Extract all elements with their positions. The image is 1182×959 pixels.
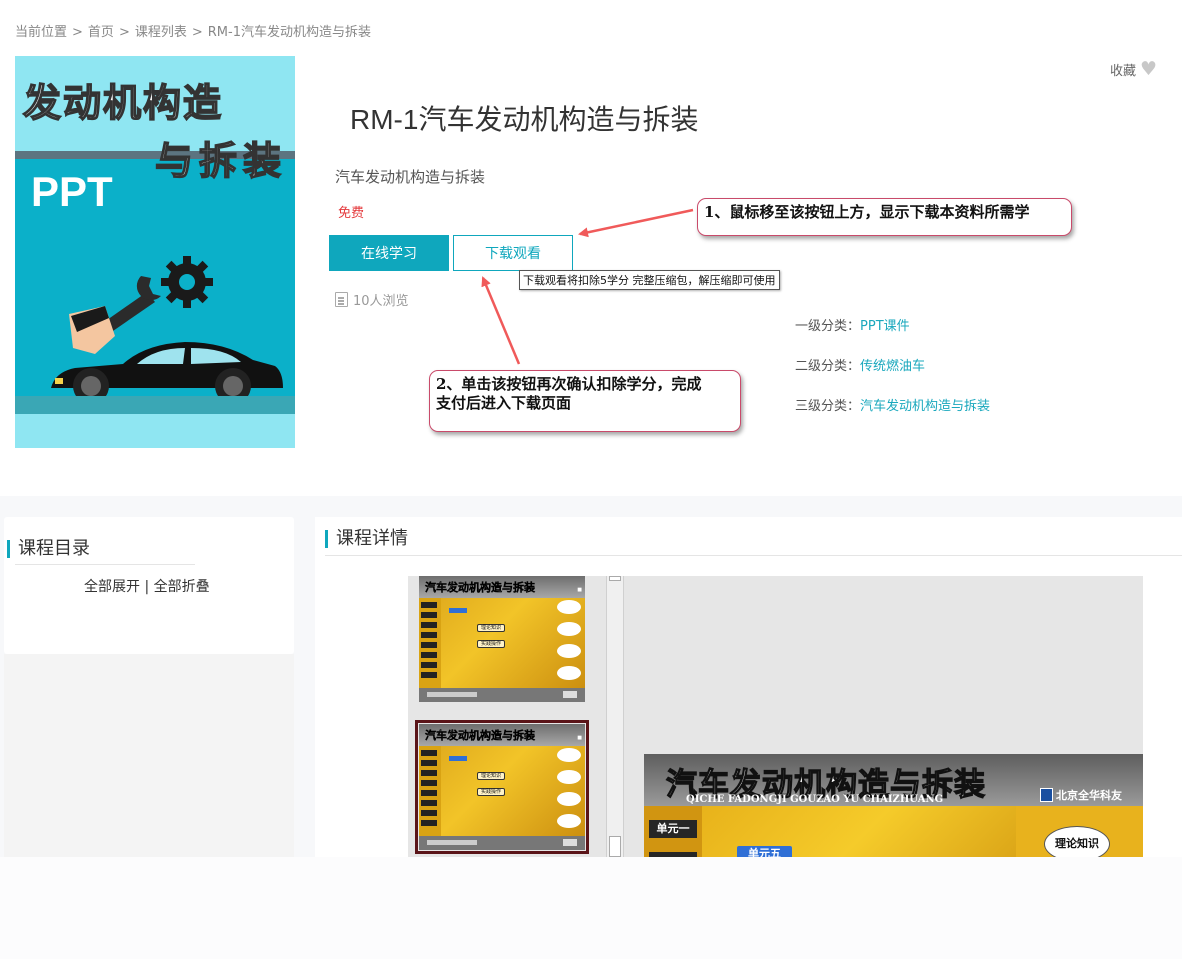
breadcrumb-home-link[interactable]: 首页	[88, 25, 114, 40]
slide-theory-bubble: 理论知识	[1044, 826, 1110, 857]
category-level-3: 三级分类：汽车发动机构造与拆装	[795, 395, 990, 414]
breadcrumb: 当前位置 > 首页 > 课程列表 > RM-1汽车发动机构造与拆装	[15, 25, 371, 40]
breadcrumb-course-list-link[interactable]: 课程列表	[135, 25, 187, 40]
slide-thumbnail-selected[interactable]: 汽车发动机构造与拆装 ■ 理论知识 实践操作	[415, 720, 589, 854]
slide-unit5-chip: 单元五	[737, 846, 792, 857]
course-cover-image: 发动机构造 与拆装 PPT	[15, 56, 295, 448]
ppt-preview-viewer[interactable]: 汽车发动机构造与拆装 ■ 理论知识 实践操作 汽车发动机构造与拆装 ■ 理论知识…	[408, 576, 1143, 857]
toc-heading: 课程目录	[7, 540, 90, 558]
course-toc-panel-footer	[4, 654, 294, 857]
learn-online-button[interactable]: 在线学习	[329, 235, 449, 271]
thumbnail-scrollbar[interactable]	[606, 576, 624, 857]
breadcrumb-current: RM-1汽车发动机构造与拆装	[207, 25, 371, 40]
category-link[interactable]: 传统燃油车	[860, 359, 925, 374]
toc-divider	[15, 564, 195, 565]
category-level-2: 二级分类：传统燃油车	[795, 355, 925, 374]
category-label: 三级分类：	[795, 399, 861, 414]
favorite-button[interactable]: 收藏 ♥	[1110, 60, 1157, 80]
category-link[interactable]: 汽车发动机构造与拆装	[860, 399, 990, 414]
collapse-all-link[interactable]: 全部折叠	[154, 579, 210, 595]
annotation-callout-2: 2、单击该按钮再次确认扣除学分，完成 支付后进入下载页面	[429, 370, 741, 432]
cover-title-line1: 发动机构造	[22, 80, 224, 126]
slide-unit-button: 单元一	[649, 820, 697, 838]
slide-thumbnail-list[interactable]: 汽车发动机构造与拆装 ■ 理论知识 实践操作 汽车发动机构造与拆装 ■ 理论知识…	[408, 576, 606, 857]
annotation-callout-1: 1、鼠标移至该按钮上方，显示下载本资料所需学	[697, 198, 1072, 236]
detail-heading: 课程详情	[325, 530, 408, 548]
annotation-callout-2-line2: 支付后进入下载页面	[436, 394, 572, 412]
publisher-logo-icon	[1040, 788, 1053, 802]
category-link[interactable]: PPT课件	[860, 319, 910, 334]
slide-logo: 北京全华科友	[1040, 787, 1122, 803]
detail-divider	[325, 555, 1182, 556]
toc-actions: 全部展开 | 全部折叠	[84, 579, 210, 595]
annotation-callout-1-text: 1、鼠标移至该按钮上方，显示下载本资料所需学	[704, 203, 1030, 221]
expand-all-link[interactable]: 全部展开	[84, 579, 140, 595]
download-tooltip: 下载观看将扣除5学分 完整压缩包，解压缩即可使用	[519, 270, 780, 290]
cover-ppt-badge: PPT	[31, 168, 113, 215]
main-slide-view: 汽车发动机构造与拆装 QICHE FADONGJI GOUZAO YU CHAI…	[644, 754, 1143, 857]
favorite-label: 收藏	[1110, 64, 1137, 79]
course-title: RM-1汽车发动机构造与拆装	[350, 104, 699, 135]
page-footer-area	[0, 857, 1182, 959]
view-count: 10人浏览	[335, 290, 409, 309]
document-icon	[335, 292, 348, 307]
slide-thumbnail[interactable]: 汽车发动机构造与拆装 ■ 理论知识 实践操作	[419, 576, 585, 702]
category-label: 二级分类：	[795, 359, 861, 374]
category-level-1: 一级分类：PPT课件	[795, 315, 910, 334]
download-button[interactable]: 下载观看	[453, 235, 573, 271]
category-label: 一级分类：	[795, 319, 861, 334]
course-subtitle: 汽车发动机构造与拆装	[335, 168, 486, 186]
annotation-callout-2-line1: 2、单击该按钮再次确认扣除学分，完成	[436, 375, 702, 393]
slide-subtitle: QICHE FADONGJI GOUZAO YU CHAIZHUANG	[686, 794, 944, 805]
price-label: 免费	[338, 206, 365, 221]
heart-icon[interactable]: ♥	[1140, 60, 1157, 79]
view-count-text: 10人浏览	[353, 294, 409, 309]
breadcrumb-location-label: 当前位置	[15, 25, 68, 40]
car-repair-illustration	[51, 256, 283, 396]
cover-title-line2: 与拆装	[154, 138, 288, 184]
